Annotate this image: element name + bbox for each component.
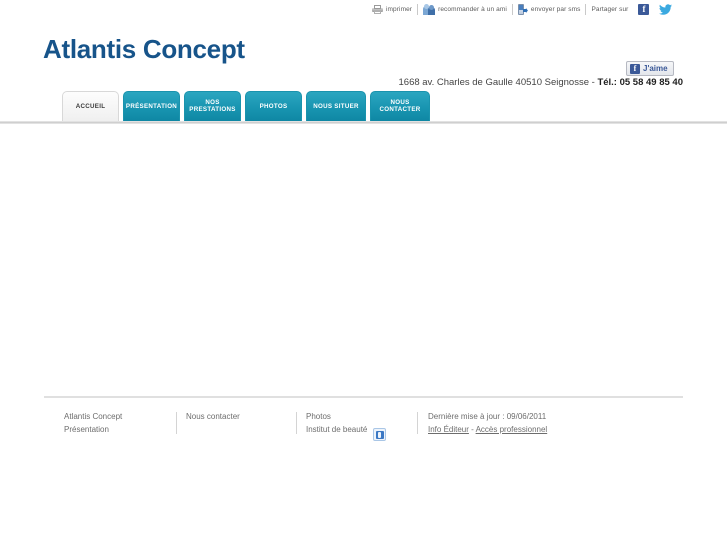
links-separator: - <box>468 425 476 434</box>
contact-info: 1668 av. Charles de Gaulle 40510 Seignos… <box>399 77 684 88</box>
tab-label: NOUS SITUER <box>313 102 359 110</box>
twitter-icon <box>659 4 673 15</box>
footer-link-atlantis-concept[interactable]: Atlantis Concept <box>64 410 122 423</box>
footer-link-presentation[interactable]: Présentation <box>64 423 122 436</box>
sms-phone-icon <box>517 4 528 15</box>
footer-column-divider <box>176 412 177 434</box>
address-text: 1668 av. Charles de Gaulle 40510 Seignos… <box>398 77 598 88</box>
print-action[interactable]: imprimer <box>367 5 417 14</box>
recommend-action[interactable]: recommander à un ami <box>418 4 512 15</box>
tab-accueil[interactable]: ACCUEIL <box>62 91 119 122</box>
footer-admin-links: Info Éditeur - Accès professionnel <box>428 423 547 436</box>
footer-link-institut-de-beaute[interactable]: Institut de beauté <box>306 423 367 436</box>
info-editeur-link[interactable]: Info Éditeur <box>428 425 469 434</box>
footer-column-3: Photos Institut de beauté <box>306 410 367 436</box>
footer-column-1: Atlantis Concept Présentation <box>64 410 122 436</box>
footer-column-4: Dernière mise à jour : 09/06/2011 Info É… <box>428 410 547 436</box>
acces-professionnel-link[interactable]: Accès professionnel <box>476 425 548 434</box>
tab-label: PRÉSENTATION <box>125 102 178 110</box>
footer-column-divider <box>417 412 418 434</box>
page-title: Atlantis Concept <box>43 34 245 64</box>
tab-nous-situer[interactable]: NOUS SITUER <box>306 91 366 122</box>
facebook-like-button[interactable]: f J'aime <box>626 61 674 76</box>
footer-column-2: Nous contacter <box>186 410 240 423</box>
facebook-icon: f <box>630 63 640 74</box>
tab-label: NOS PRESTATIONS <box>189 99 236 113</box>
print-label: imprimer <box>386 6 413 13</box>
footer-column-divider <box>296 412 297 434</box>
send-sms-label: envoyer par sms <box>530 6 581 13</box>
main-content <box>0 124 727 441</box>
share-twitter-button[interactable] <box>654 4 677 15</box>
recommend-label: recommander à un ami <box>438 6 507 13</box>
footer-link-photos[interactable]: Photos <box>306 410 367 423</box>
tab-photos[interactable]: PHOTOS <box>245 91 302 122</box>
tab-label: ACCUEIL <box>75 102 106 110</box>
share-facebook-button[interactable]: f <box>633 4 654 15</box>
share-on-label: Partager sur <box>591 6 629 13</box>
facebook-like-label: J'aime <box>643 64 668 73</box>
footer-divider <box>44 396 683 398</box>
tab-nous-contacter[interactable]: NOUS CONTACTER <box>370 91 430 122</box>
printer-icon <box>372 5 383 14</box>
facebook-icon: f <box>638 4 650 15</box>
share-toolbar: imprimer recommander à un ami envoyer pa… <box>367 2 677 17</box>
tab-presentation[interactable]: PRÉSENTATION <box>123 91 180 122</box>
send-sms-action[interactable]: envoyer par sms <box>513 4 586 15</box>
page-root: imprimer recommander à un ami envoyer pa… <box>0 0 727 545</box>
share-on-group: Partager sur <box>586 6 633 13</box>
main-navigation: ACCUEIL PRÉSENTATION NOS PRESTATIONS PHO… <box>62 91 430 122</box>
friends-icon <box>423 4 436 15</box>
last-updated-text: Dernière mise à jour : 09/06/2011 <box>428 412 547 421</box>
footer-link-nous-contacter[interactable]: Nous contacter <box>186 410 240 423</box>
tab-nos-prestations[interactable]: NOS PRESTATIONS <box>184 91 241 122</box>
tab-label: PHOTOS <box>259 102 288 110</box>
tab-label: NOUS CONTACTER <box>379 99 421 113</box>
phone-number: Tél.: 05 58 49 85 40 <box>597 77 683 88</box>
broken-image-icon <box>373 428 386 441</box>
